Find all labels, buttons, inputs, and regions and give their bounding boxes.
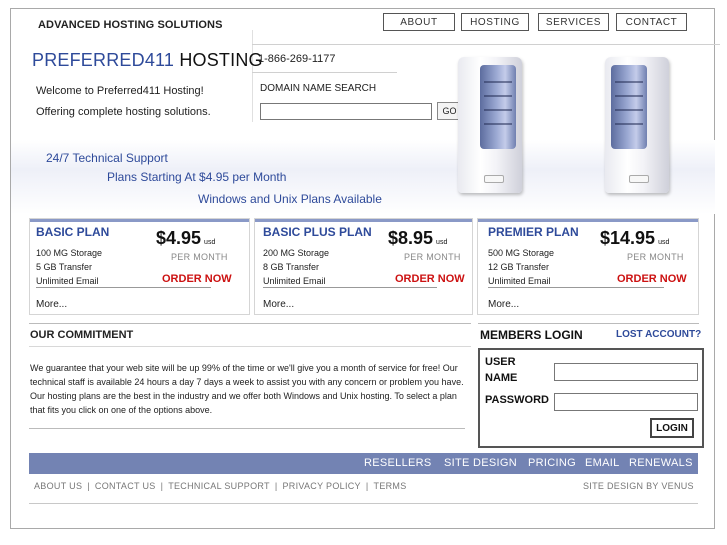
brand-logo[interactable]: PREFERRED411 HOSTING	[32, 50, 263, 71]
plan-price: $8.95 usd	[388, 228, 448, 248]
bottom-link-technical-support[interactable]: TECHNICAL SUPPORT	[168, 481, 270, 491]
plan-feature: Unlimited Email	[263, 276, 326, 286]
plan-feature: Unlimited Email	[488, 276, 551, 286]
commitment-title: OUR COMMITMENT	[30, 329, 134, 341]
domain-search-label: DOMAIN NAME SEARCH	[260, 83, 377, 94]
link-separator: |	[87, 481, 90, 491]
password-input[interactable]	[554, 393, 698, 411]
plan-name: BASIC PLUS PLAN	[263, 225, 372, 239]
plan-feature: 5 GB Transfer	[36, 262, 93, 272]
plan-period: PER MONTH	[627, 252, 684, 262]
plan-period: PER MONTH	[404, 252, 461, 262]
brand-name: PREFERRED411	[32, 50, 175, 70]
server-image-right	[605, 57, 669, 193]
bottom-link-privacy-policy[interactable]: PRIVACY POLICY	[282, 481, 360, 491]
lost-account-link[interactable]: LOST ACCOUNT?	[616, 329, 701, 340]
bottom-link-about-us[interactable]: ABOUT US	[34, 481, 82, 491]
plan-price: $14.95 usd	[600, 228, 670, 248]
commitment-text: We guarantee that your web site will be …	[30, 363, 464, 415]
footer-link-site-design[interactable]: SITE DESIGN	[444, 457, 517, 469]
password-label: PASSWORD	[485, 394, 549, 406]
nav-hosting-button[interactable]: HOSTING	[461, 13, 529, 31]
plan-more-link[interactable]: More...	[263, 299, 294, 310]
username-label-line1: USER	[485, 356, 516, 368]
bottom-link-terms[interactable]: TERMS	[374, 481, 407, 491]
site-design-credit[interactable]: SITE DESIGN BY VENUS	[583, 481, 694, 491]
phone-number: 1-866-269-1177	[258, 53, 336, 65]
plan-name: PREMIER PLAN	[488, 225, 579, 239]
footer-link-email[interactable]: EMAIL	[585, 457, 620, 469]
plan-feature: 100 MG Storage	[36, 248, 103, 258]
domain-search-input[interactable]	[260, 103, 432, 120]
banner-line-support: 24/7 Technical Support	[46, 151, 168, 165]
plan-feature: 12 GB Transfer	[488, 262, 550, 272]
plan-card-basic-plus: BASIC PLUS PLAN $8.95 usd PER MONTH 200 M…	[254, 218, 473, 315]
server-image-left	[458, 57, 522, 193]
company-name: ADVANCED HOSTING SOLUTIONS	[38, 19, 223, 31]
plan-feature: 500 MG Storage	[488, 248, 555, 258]
plan-price: $4.95 usd	[156, 228, 216, 248]
offering-text: Offering complete hosting solutions.	[36, 106, 211, 118]
nav-services-button[interactable]: SERVICES	[538, 13, 609, 31]
nav-contact-button[interactable]: CONTACT	[616, 13, 687, 31]
section-divider	[29, 346, 471, 347]
bottom-links: ABOUT US | CONTACT US | TECHNICAL SUPPORT | PR…	[34, 481, 407, 491]
members-login-title: MEMBERS LOGIN	[480, 328, 583, 342]
section-divider	[478, 323, 699, 324]
order-now-link[interactable]: ORDER NOW	[617, 273, 687, 285]
plan-card-premier: PREMIER PLAN $14.95 usd PER MONTH 500 MG …	[477, 218, 699, 315]
footer-link-pricing[interactable]: PRICING	[528, 457, 576, 469]
plan-period: PER MONTH	[171, 252, 228, 262]
username-input[interactable]	[554, 363, 698, 381]
order-now-link[interactable]: ORDER NOW	[395, 273, 465, 285]
plan-more-link[interactable]: More...	[488, 299, 519, 310]
banner-line-platforms: Windows and Unix Plans Available	[198, 192, 382, 206]
plan-more-link[interactable]: More...	[36, 299, 67, 310]
nav-about-button[interactable]: ABOUT	[383, 13, 455, 31]
welcome-text: Welcome to Preferred411 Hosting!	[36, 85, 204, 97]
footer-rule	[29, 503, 698, 504]
bottom-link-contact-us[interactable]: CONTACT US	[95, 481, 156, 491]
plan-feature: 200 MG Storage	[263, 248, 330, 258]
username-label-line2: NAME	[485, 372, 518, 384]
section-divider	[29, 428, 465, 429]
banner-line-pricing: Plans Starting At $4.95 per Month	[107, 170, 287, 184]
plan-feature: Unlimited Email	[36, 276, 99, 286]
login-button[interactable]: LOGIN	[650, 418, 694, 438]
footer-link-renewals[interactable]: RENEWALS	[629, 457, 693, 469]
header-rule	[252, 44, 720, 45]
plan-feature: 8 GB Transfer	[263, 262, 320, 272]
link-separator: |	[365, 481, 369, 491]
link-separator: |	[274, 481, 278, 491]
order-now-link[interactable]: ORDER NOW	[162, 273, 232, 285]
plan-card-basic: BASIC PLAN $4.95 usd PER MONTH 100 MG Sto…	[29, 218, 250, 315]
footer-link-resellers[interactable]: RESELLERS	[364, 457, 432, 469]
link-separator: |	[160, 481, 164, 491]
section-divider	[29, 323, 471, 324]
plan-name: BASIC PLAN	[36, 225, 110, 239]
brand-suffix: HOSTING	[179, 50, 263, 70]
phone-rule	[252, 72, 397, 73]
